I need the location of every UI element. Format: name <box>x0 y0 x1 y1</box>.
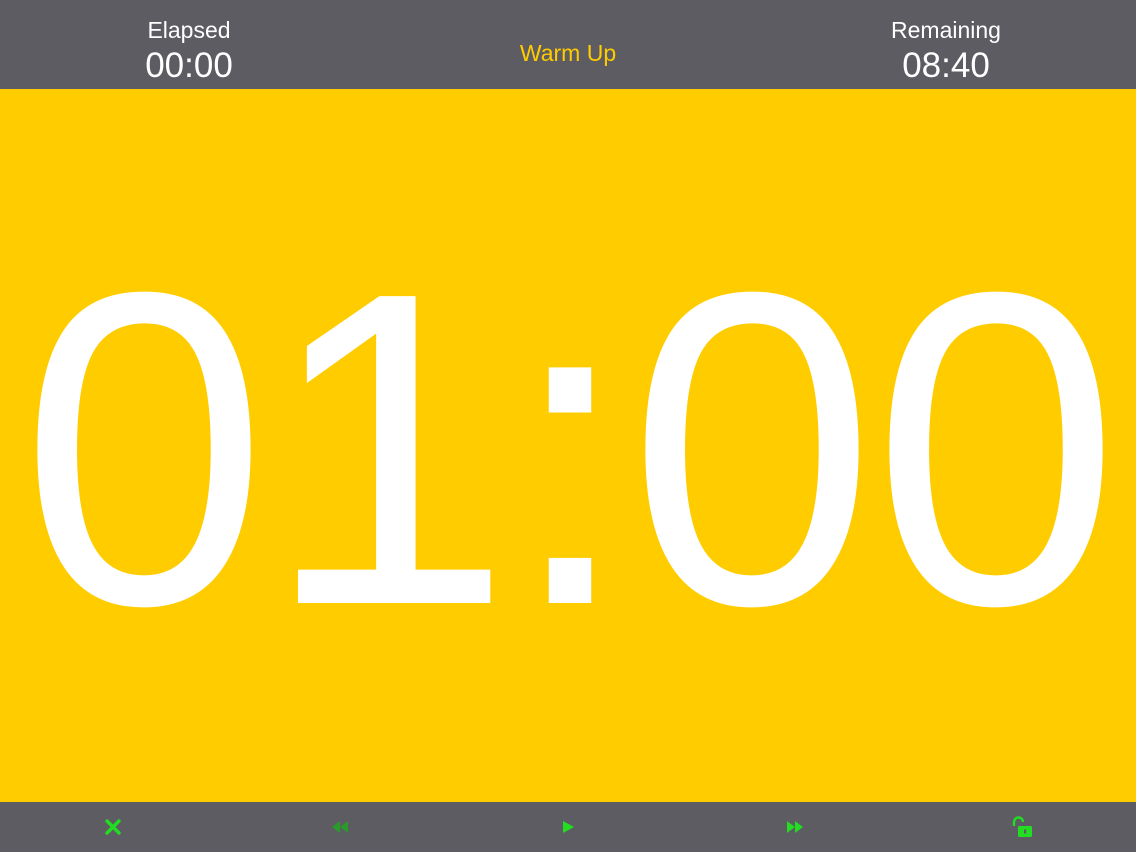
elapsed-label: Elapsed <box>147 17 231 43</box>
bottom-toolbar <box>0 802 1136 852</box>
remaining-stat: Remaining 08:40 <box>826 14 1066 86</box>
play-icon <box>563 821 574 833</box>
lock-button[interactable] <box>1008 813 1036 841</box>
elapsed-value: 00:00 <box>145 46 233 85</box>
rewind-icon <box>332 821 348 833</box>
unlock-icon <box>1012 816 1032 837</box>
play-button[interactable] <box>554 813 582 841</box>
timer-area[interactable]: 01:00 <box>0 89 1136 802</box>
stop-button[interactable] <box>99 813 127 841</box>
remaining-value: 08:40 <box>902 46 990 85</box>
countdown-display: 01:00 <box>19 199 1120 698</box>
next-interval-button[interactable] <box>781 813 809 841</box>
previous-interval-button[interactable] <box>326 813 354 841</box>
remaining-label: Remaining <box>891 17 1001 43</box>
interval-timer-app: Elapsed 00:00 Warm Up Remaining 08:40 01… <box>0 0 1136 852</box>
phase-name: Warm Up <box>519 40 617 66</box>
header-bar: Elapsed 00:00 Warm Up Remaining 08:40 <box>0 0 1136 89</box>
elapsed-stat: Elapsed 00:00 <box>69 14 309 86</box>
close-icon <box>105 819 121 835</box>
fast-forward-icon <box>787 821 803 833</box>
